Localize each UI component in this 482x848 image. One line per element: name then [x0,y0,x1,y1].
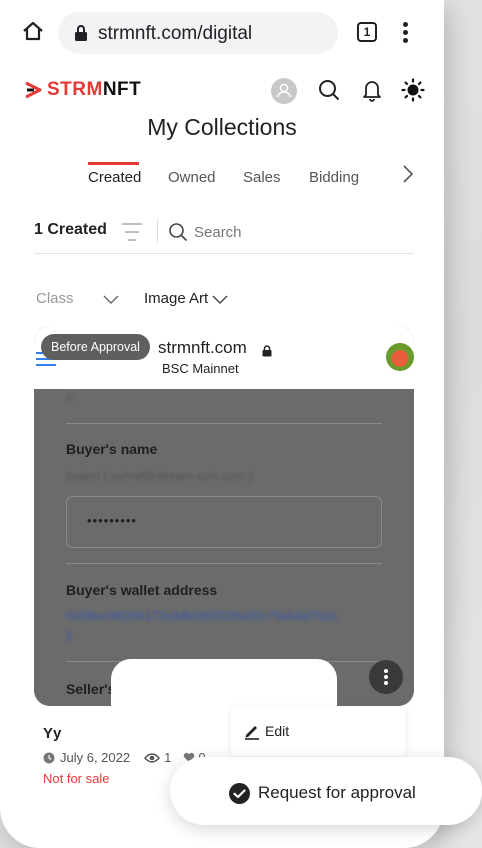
lock-icon [75,25,87,41]
preview-buyer-name-label: Buyer's name [66,441,158,457]
phone-frame: strmnft.com/digital 1 STRMNFT My Collect… [0,0,444,848]
type-dropdown-label: Image Art [144,290,209,307]
preview-hash: # [66,391,74,406]
user-icon [277,83,291,98]
tab-bidding[interactable]: Bidding [309,169,359,186]
active-tab-indicator [88,162,139,165]
preview-popup [111,659,337,706]
nft-title[interactable]: Yy [43,725,61,742]
edit-label: Edit [265,723,290,739]
preview-site-name: strmnft.com [158,338,247,357]
tab-created[interactable]: Created [88,169,141,186]
search-icon[interactable] [318,79,340,101]
preview-password: ••••••••• [87,513,137,528]
search-icon [169,223,188,242]
class-dropdown[interactable]: Class [36,290,74,307]
pencil-icon [245,726,259,740]
eye-icon [144,752,161,763]
nft-meta: July 6, 2022 1 0 [43,750,206,765]
chevron-right-icon[interactable] [401,164,415,184]
user-avatar[interactable] [271,78,297,104]
browser-menu-icon[interactable] [403,22,409,44]
tab-sales[interactable]: Sales [243,169,281,186]
url-text: strmnft.com/digital [98,23,253,44]
logo-mark-icon [25,81,42,99]
bell-icon[interactable] [361,78,383,102]
tab-owned[interactable]: Owned [168,169,216,186]
type-dropdown[interactable]: Image Art [144,290,208,307]
check-circle-icon [229,783,250,804]
created-count: 1 Created [34,221,107,238]
preview-avatar [386,343,414,371]
divider [66,563,382,564]
preview-wallet-label: Buyer's wallet address [66,582,218,598]
nft-date: July 6, 2022 [60,750,131,765]
divider [34,253,414,254]
edit-menu-item[interactable]: Edit [231,706,405,756]
more-options-button[interactable] [369,660,403,694]
clock-icon [43,752,55,763]
request-approval-label: Request for approval [258,783,416,802]
divider [157,219,158,243]
nft-views: 1 [164,750,172,765]
preview-wallet-value-line2: 2 [66,629,73,643]
home-icon[interactable] [22,20,44,42]
nft-card[interactable]: strmnft.com BSC Mainnet # Buyer's name j… [34,326,414,706]
preview-buyer-name-value: jsstest ( ashraf@stream-coin.com ) [66,469,253,483]
tab-switcher-button[interactable]: 1 [357,22,377,42]
sort-icon[interactable] [120,221,144,243]
logo-text: STRMNFT [47,79,142,100]
sale-status: Not for sale [43,771,110,786]
divider [66,423,382,424]
url-bar[interactable]: strmnft.com/digital [58,12,338,54]
browser-toolbar: strmnft.com/digital 1 [0,0,444,66]
class-dropdown-label: Class [36,290,74,307]
preview-password-field: ••••••••• [66,496,382,548]
preview-wallet-value: 0x5f8ec0f82b9172a3db0d9332f6a00c75eb4af7… [66,609,338,623]
page-title: My Collections [147,114,297,140]
preview-network: BSC Mainnet [162,361,239,376]
lock-icon [262,345,272,357]
status-badge: Before Approval [41,334,150,360]
strmnft-logo[interactable]: STRMNFT [24,79,142,100]
theme-toggle-sun-icon[interactable] [401,78,425,102]
preview-seller-label: Seller's [66,681,116,697]
search-input[interactable] [194,220,374,244]
chevron-down-icon[interactable] [212,295,228,305]
chevron-down-icon[interactable] [103,295,119,305]
